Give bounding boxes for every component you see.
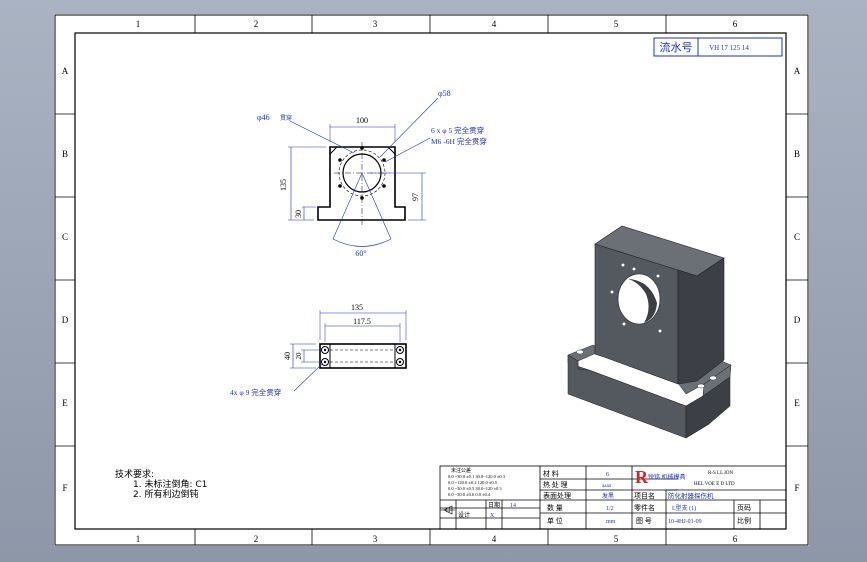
zone-row-label: C	[62, 232, 68, 242]
zone-col-label: 1	[136, 534, 141, 544]
zone-col-label: 2	[254, 534, 259, 544]
drawing-number-value: 10-4HJ-01-09	[668, 519, 702, 525]
zone-row-label: E	[794, 398, 800, 408]
isometric-part-view	[567, 225, 732, 439]
scale-label: 比例	[737, 516, 751, 525]
front-view: 60° 100 φ46 贯穿 φ58 6 x φ 5 完全贯穿 M6 -6H 完…	[257, 89, 487, 258]
zone-col-label: 6	[733, 19, 738, 29]
height-30-dimension: 30	[294, 210, 303, 218]
title-block-text: 未注公差 0.0 ~30.0 ±0.1 30.0~120.0 ±0.3 0.0 …	[448, 467, 751, 525]
zone-col-label: 1	[136, 19, 141, 29]
quantity-value: 1/2	[606, 506, 614, 512]
zone-col-label: 4	[492, 19, 497, 29]
zone-col-label: 5	[614, 19, 619, 29]
material-label: 材 料	[543, 469, 559, 478]
technical-notes: 技术要求: 1. 未标注倒角: C1 2. 所有利边倒钝	[115, 470, 207, 500]
height-97-dimension: 97	[411, 193, 420, 201]
company-name-cn: 锐铭 机械模具	[648, 473, 686, 481]
heat-treatment-label: 热 处 理	[543, 480, 568, 489]
zone-col-label: 3	[373, 534, 378, 544]
unit-label: 单 位	[547, 516, 563, 525]
zone-col-label: 5	[614, 534, 619, 544]
quantity-label: 数 量	[547, 503, 563, 512]
zone-row-label: B	[62, 149, 68, 159]
part-name-value: L型支 (1)	[672, 504, 696, 512]
top-depth-20-dimension: 20	[295, 352, 303, 360]
bore-46-note: 贯穿	[280, 114, 292, 122]
part-name-label: 零件名	[634, 503, 655, 512]
serial-value: VH 17 125 14	[709, 44, 749, 52]
holes-callout-2: M6 -6H 完全贯穿	[431, 136, 487, 146]
zone-row-label: B	[794, 149, 800, 159]
company-logo: R	[635, 467, 649, 487]
bore-58-dimension: φ58	[438, 89, 451, 98]
holes-callout-1: 6 x φ 5 完全贯穿	[431, 125, 484, 135]
tolerance-row: 0.0 ~30.0 ±0.1 30.0~120.0 ±0.3	[448, 474, 506, 479]
zone-col-label: 3	[373, 19, 378, 29]
drawing-sheet: 1 2 3 4 5 6 1 2 3 4 5 6 A B C D E F A B …	[54, 14, 809, 546]
serial-number-box: 流水号 VH 17 125 14	[653, 37, 783, 57]
surface-treatment-value: 发黑	[602, 492, 614, 500]
drawing-number-label: 图 号	[636, 517, 652, 525]
top-holes-callout: 4x φ 9 完全贯穿	[230, 387, 281, 397]
zone-row-label: D	[62, 315, 69, 325]
surface-treatment-label: 表面处理	[543, 491, 571, 500]
page-label: 页码	[737, 504, 751, 512]
zone-col-label: 6	[733, 534, 738, 544]
project-value: 防化射器探伤机	[668, 491, 714, 500]
date-value: 14	[510, 503, 516, 509]
zone-row-label: D	[794, 315, 801, 325]
notes-line: 1. 未标注倒角: C1	[133, 480, 208, 490]
tolerance-row: 0.0 ~120.0 ±0.2 120.0 ±0.5	[448, 480, 498, 485]
top-width-135-dimension: 135	[351, 303, 363, 312]
zone-row-label: A	[794, 66, 801, 76]
zone-row-label: A	[62, 66, 69, 76]
tolerance-row: 0.0 ~30.0 ±0.6 0.0 ±0.4	[448, 492, 491, 497]
zone-row-label: F	[62, 483, 67, 493]
zone-row-label: F	[794, 483, 799, 493]
top-depth-40-dimension: 40	[283, 352, 292, 360]
notes-line: 2. 所有利边倒钝	[133, 490, 199, 500]
company-name-en-1: R-S LL ION	[708, 471, 733, 476]
project-label: 项目名	[634, 491, 655, 500]
projection-symbol-icon	[440, 505, 455, 515]
material-value: 6	[606, 472, 609, 478]
date-label: 日期	[488, 501, 500, 509]
zone-row-label: C	[794, 232, 800, 242]
company-name-en-2: HEL VOE E D LTD	[694, 482, 735, 487]
notes-title: 技术要求:	[115, 470, 155, 480]
bore-46-dimension: φ46	[257, 113, 270, 122]
zone-col-label: 2	[254, 19, 259, 29]
drafter-value: X	[490, 513, 495, 519]
drafter-label: 设计	[458, 511, 470, 519]
height-135-dimension: 135	[279, 179, 288, 191]
unit-value: mm	[606, 519, 616, 525]
width-100-dimension: 100	[356, 116, 368, 125]
tolerance-heading: 未注公差	[451, 467, 471, 474]
top-width-117-dimension: 117.5	[353, 317, 371, 326]
tolerance-row: 0.0 ~30.0 ±0.5 30.0~120 ±0.3	[448, 486, 502, 491]
zone-row-label: E	[62, 398, 68, 408]
angle-dimension: 60°	[355, 249, 366, 258]
heat-treatment-value: aaaa	[602, 484, 612, 489]
top-view: 135 117.5 40 20 4x φ 9 完全贯穿	[230, 303, 407, 397]
serial-label: 流水号	[660, 40, 693, 54]
zone-col-label: 4	[492, 534, 497, 544]
